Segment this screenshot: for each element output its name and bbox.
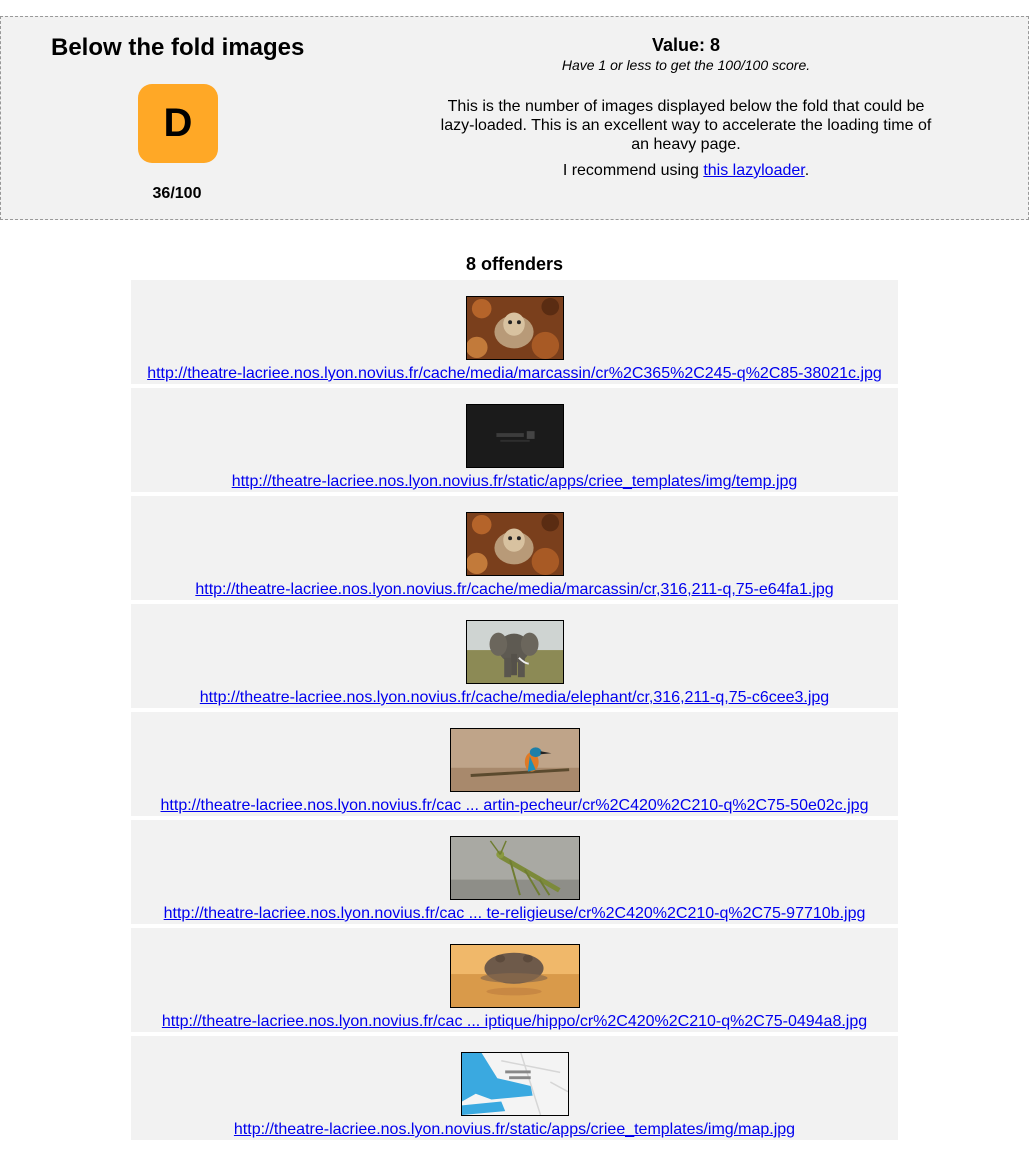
offender-url-link[interactable]: http://theatre-lacriee.nos.lyon.novius.f… bbox=[131, 1013, 898, 1031]
elephant-thumbnail bbox=[465, 620, 564, 684]
offender-url-link[interactable]: http://theatre-lacriee.nos.lyon.novius.f… bbox=[131, 905, 898, 923]
map-thumbnail bbox=[460, 1052, 569, 1116]
offender-url-link[interactable]: http://theatre-lacriee.nos.lyon.novius.f… bbox=[131, 581, 898, 599]
offender-item: http://theatre-lacriee.nos.lyon.novius.f… bbox=[131, 280, 898, 384]
offender-item: http://theatre-lacriee.nos.lyon.novius.f… bbox=[131, 496, 898, 600]
offender-item: http://theatre-lacriee.nos.lyon.novius.f… bbox=[131, 928, 898, 1032]
offender-item: http://theatre-lacriee.nos.lyon.novius.f… bbox=[131, 1036, 898, 1140]
grade-badge: D bbox=[138, 84, 218, 163]
offenders-list: http://theatre-lacriee.nos.lyon.novius.f… bbox=[131, 280, 898, 1144]
lazyloader-link[interactable]: this lazyloader bbox=[703, 162, 804, 179]
offender-url-link[interactable]: http://theatre-lacriee.nos.lyon.novius.f… bbox=[131, 1121, 898, 1139]
metric-value: Value: 8 bbox=[651, 35, 721, 55]
hippo-thumbnail bbox=[449, 944, 580, 1008]
kingfisher-thumbnail bbox=[449, 728, 580, 792]
offender-url-link[interactable]: http://theatre-lacriee.nos.lyon.novius.f… bbox=[131, 797, 898, 815]
offender-url-link[interactable]: http://theatre-lacriee.nos.lyon.novius.f… bbox=[131, 473, 898, 491]
score-value: 36/100 bbox=[152, 185, 202, 202]
metric-hint: Have 1 or less to get the 100/100 score. bbox=[561, 57, 811, 73]
recommendation: I recommend using this lazyloader. bbox=[436, 162, 936, 180]
rule-description: This is the number of images displayed b… bbox=[440, 98, 932, 153]
offender-item: http://theatre-lacriee.nos.lyon.novius.f… bbox=[131, 820, 898, 924]
rule-summary-panel: Below the fold images D 36/100 Value: 8 … bbox=[0, 16, 1029, 220]
dark-logo-thumbnail bbox=[465, 404, 564, 468]
offender-url-link[interactable]: http://theatre-lacriee.nos.lyon.novius.f… bbox=[131, 365, 898, 383]
boar-piglet-thumbnail bbox=[465, 296, 564, 360]
praying-mantis-thumbnail bbox=[449, 836, 580, 900]
offender-item: http://theatre-lacriee.nos.lyon.novius.f… bbox=[131, 388, 898, 492]
rule-title: Below the fold images bbox=[51, 34, 305, 61]
offenders-heading: 8 offenders bbox=[465, 254, 564, 274]
offender-url-link[interactable]: http://theatre-lacriee.nos.lyon.novius.f… bbox=[131, 689, 898, 707]
recommend-prefix: I recommend using bbox=[562, 162, 704, 179]
boar-piglet-thumbnail bbox=[465, 512, 564, 576]
offender-item: http://theatre-lacriee.nos.lyon.novius.f… bbox=[131, 712, 898, 816]
offender-item: http://theatre-lacriee.nos.lyon.novius.f… bbox=[131, 604, 898, 708]
recommend-suffix: . bbox=[804, 162, 810, 179]
